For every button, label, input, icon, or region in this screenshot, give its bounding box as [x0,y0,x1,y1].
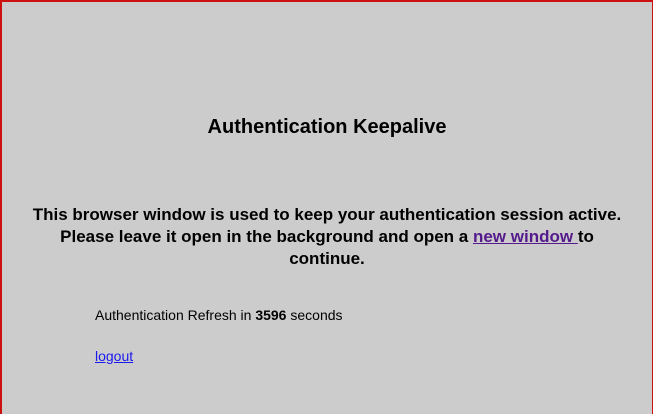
page-title: Authentication Keepalive [207,116,447,138]
refresh-prefix: Authentication Refresh in [95,307,256,323]
keepalive-message: This browser window is used to keep your… [32,204,622,270]
refresh-countdown: 3596 [255,307,287,323]
new-window-link[interactable]: new window [473,227,578,246]
keepalive-page: Authentication Keepalive This browser wi… [0,0,653,414]
refresh-status: Authentication Refresh in 3596 seconds [95,306,343,324]
refresh-suffix: seconds [286,307,343,323]
logout-link[interactable]: logout [95,347,133,365]
